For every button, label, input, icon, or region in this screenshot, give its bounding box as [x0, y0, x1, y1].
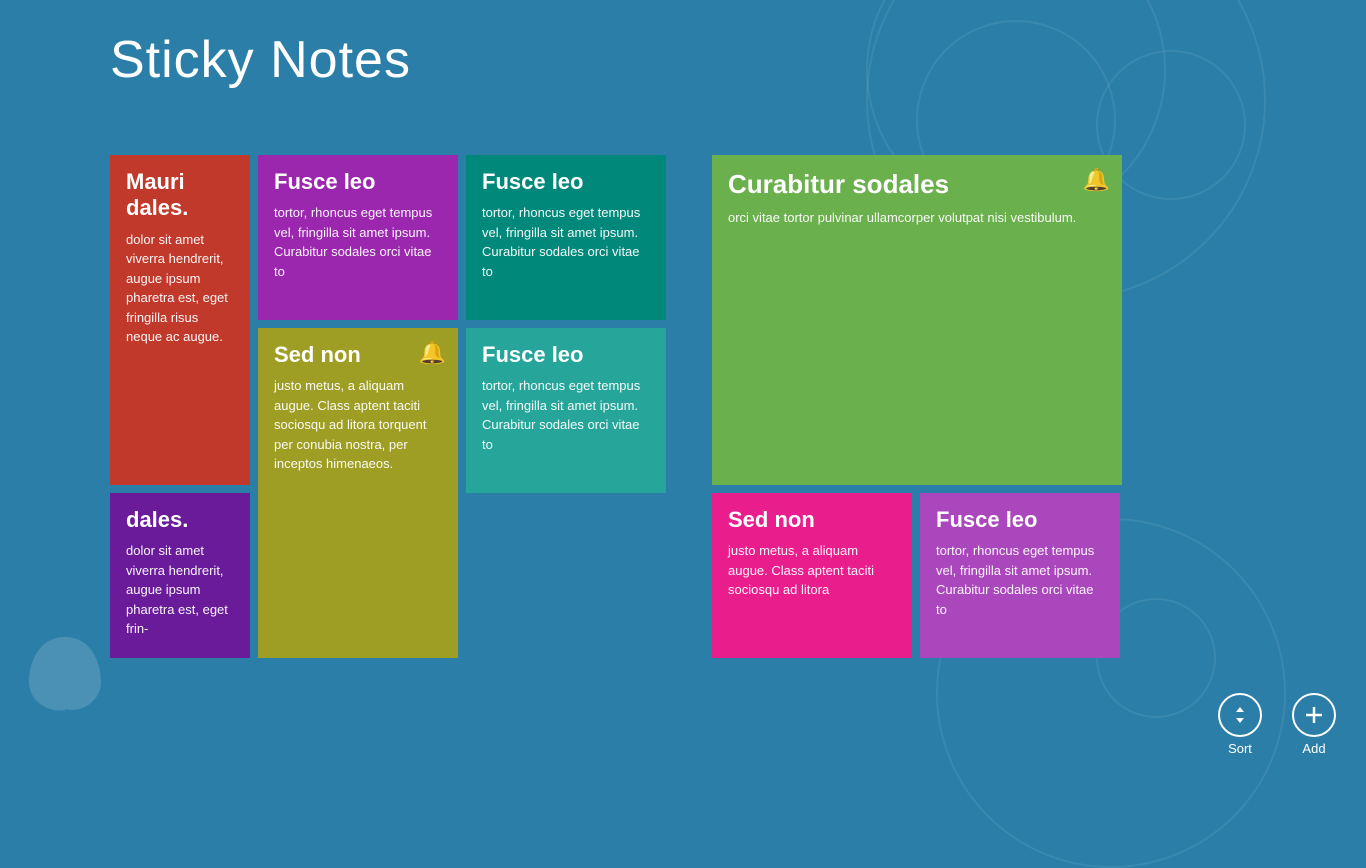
note-sed-non-pink[interactable]: Sed non justo metus, a aliquam augue. Cl… — [712, 493, 912, 658]
note-body: tortor, rhoncus eget tempus vel, fringil… — [936, 541, 1104, 619]
note-body: orci vitae tortor pulvinar ullamcorper v… — [728, 208, 1106, 228]
page-title: Sticky Notes — [110, 30, 411, 90]
note-body: justo metus, a aliquam augue. Class apte… — [728, 541, 896, 600]
note-fusce-magenta[interactable]: Fusce leo tortor, rhoncus eget tempus ve… — [920, 493, 1120, 658]
note-title: dales. — [126, 507, 234, 533]
note-sed-non-olive[interactable]: 🔔 Sed non justo metus, a aliquam augue. … — [258, 328, 458, 658]
note-dales[interactable]: dales. dolor sit amet viverra hendrerit,… — [110, 493, 250, 658]
notes-grid: Mauri dales. dolor sit amet viverra hend… — [110, 155, 1122, 658]
sort-action[interactable]: Sort — [1218, 693, 1262, 756]
bottom-bar: Sort Add — [1146, 680, 1366, 768]
note-fusce-purple[interactable]: Fusce leo tortor, rhoncus eget tempus ve… — [258, 155, 458, 320]
column-3: Fusce leo tortor, rhoncus eget tempus ve… — [466, 155, 666, 658]
note-title: Sed non — [728, 507, 896, 533]
note-body: tortor, rhoncus eget tempus vel, fringil… — [482, 376, 650, 454]
bell-icon: 🔔 — [419, 340, 446, 366]
note-title: Sed non — [274, 342, 442, 368]
note-title: Fusce leo — [482, 169, 650, 195]
bottom-row: Sed non justo metus, a aliquam augue. Cl… — [712, 493, 1122, 658]
note-mauridales[interactable]: Mauri dales. dolor sit amet viverra hend… — [110, 155, 250, 485]
note-title: Fusce leo — [274, 169, 442, 195]
note-body: dolor sit amet viverra hendrerit, augue … — [126, 230, 234, 347]
bell-icon: 🔔 — [1083, 167, 1110, 193]
note-title: Mauri dales. — [126, 169, 234, 222]
note-body: dolor sit amet viverra hendrerit, augue … — [126, 541, 234, 639]
leaf-decoration — [20, 628, 110, 718]
note-fusce-teal-top[interactable]: Fusce leo tortor, rhoncus eget tempus ve… — [466, 155, 666, 320]
column-1: Mauri dales. dolor sit amet viverra hend… — [110, 155, 250, 658]
note-body: justo metus, a aliquam augue. Class apte… — [274, 376, 442, 474]
note-body: tortor, rhoncus eget tempus vel, fringil… — [482, 203, 650, 281]
sort-label: Sort — [1228, 741, 1252, 756]
note-body: tortor, rhoncus eget tempus vel, fringil… — [274, 203, 442, 281]
column-4: 🔔 Curabitur sodales orci vitae tortor pu… — [712, 155, 1122, 658]
note-title: Fusce leo — [482, 342, 650, 368]
spacer — [674, 155, 704, 658]
note-fusce-teal-bottom[interactable]: Fusce leo tortor, rhoncus eget tempus ve… — [466, 328, 666, 493]
note-curabitur[interactable]: 🔔 Curabitur sodales orci vitae tortor pu… — [712, 155, 1122, 485]
column-2: Fusce leo tortor, rhoncus eget tempus ve… — [258, 155, 458, 658]
sort-icon[interactable] — [1218, 693, 1262, 737]
add-label: Add — [1302, 741, 1325, 756]
add-action[interactable]: Add — [1292, 693, 1336, 756]
note-title: Curabitur sodales — [728, 169, 1106, 200]
note-title: Fusce leo — [936, 507, 1104, 533]
add-icon[interactable] — [1292, 693, 1336, 737]
